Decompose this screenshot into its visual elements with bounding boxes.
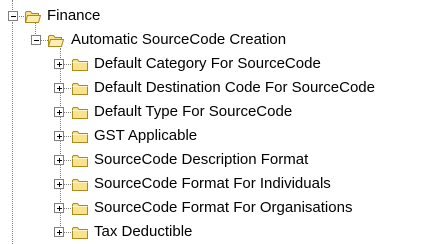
folder-open-icon [25, 11, 41, 23]
folder-icon [72, 155, 88, 167]
expand-toggle[interactable] [54, 131, 64, 141]
plus-icon-v [59, 134, 60, 139]
folder-icon [72, 107, 88, 119]
plus-icon-v [59, 62, 60, 67]
expand-toggle[interactable] [54, 179, 64, 189]
expand-toggle[interactable] [54, 107, 64, 117]
tree-connector [17, 16, 24, 17]
tree-connector [12, 0, 13, 10]
tree-node-label[interactable]: SourceCode Format For Individuals [94, 175, 331, 193]
folder-icon [72, 179, 88, 191]
expand-toggle[interactable] [54, 155, 64, 165]
expand-toggle[interactable] [54, 83, 64, 93]
tree-node-label[interactable]: Default Destination Code For SourceCode [94, 79, 375, 97]
tree-node-label-automatic-sourcecode[interactable]: Automatic SourceCode Creation [71, 31, 286, 49]
plus-icon-v [59, 86, 60, 91]
plus-icon-v [59, 206, 60, 211]
folder-icon [72, 83, 88, 95]
tree-connector [40, 40, 48, 41]
folder-icon [72, 203, 88, 215]
expand-toggle[interactable] [54, 59, 64, 69]
folder-icon [72, 131, 88, 143]
tree-connector [12, 22, 13, 244]
tree-node-label[interactable]: SourceCode Format For Organisations [94, 199, 352, 217]
plus-icon-v [59, 182, 60, 187]
plus-icon-v [59, 230, 60, 235]
tree-node-label[interactable]: GST Applicable [94, 127, 197, 145]
folder-icon [72, 227, 88, 239]
collapse-toggle-automatic-sourcecode[interactable] [31, 35, 41, 45]
tree-node-label[interactable]: SourceCode Description Format [94, 151, 308, 169]
tree-node-label[interactable]: Default Type For SourceCode [94, 103, 292, 121]
expand-toggle[interactable] [54, 227, 64, 237]
tree-node-label[interactable]: Tax Deductible [94, 223, 192, 241]
minus-icon [11, 16, 16, 17]
tree-node-label[interactable]: Default Category For SourceCode [94, 55, 321, 73]
tree-node-label-finance[interactable]: Finance [47, 7, 100, 25]
folder-open-icon [48, 35, 64, 47]
expand-toggle[interactable] [54, 203, 64, 213]
plus-icon-v [59, 110, 60, 115]
minus-icon [34, 40, 39, 41]
collapse-toggle-finance[interactable] [8, 11, 18, 21]
tree-view: Finance Automatic SourceCode Creation De… [0, 0, 441, 244]
folder-icon [72, 59, 88, 71]
plus-icon-v [59, 158, 60, 163]
